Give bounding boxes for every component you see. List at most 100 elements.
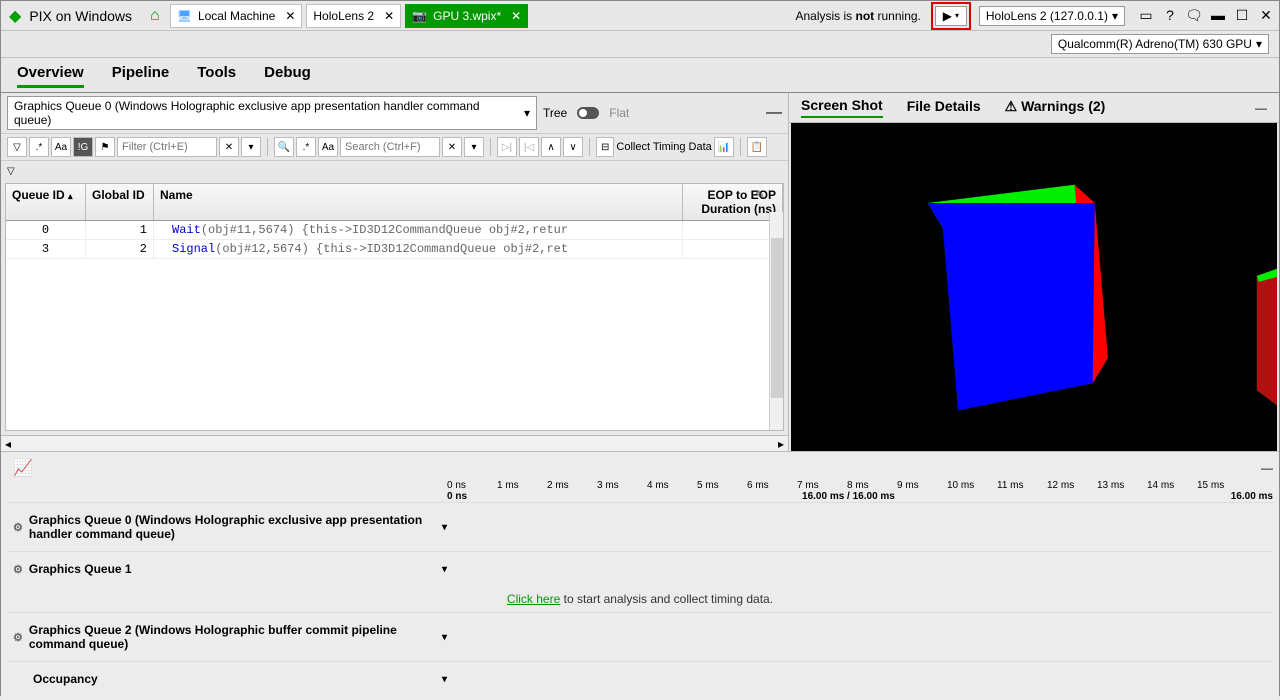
scroll-right-icon[interactable]: ▸ [774,437,788,451]
home-icon[interactable]: ⌂ [150,7,160,25]
chevron-down-icon[interactable]: ▾ [464,137,484,157]
app-title: PIX on Windows [29,8,132,24]
close-window-icon[interactable]: ✕ [1257,7,1275,24]
tab-screenshot[interactable]: Screen Shot [801,97,883,118]
warning-icon: ⚠ [1005,98,1018,114]
close-icon[interactable]: ✕ [285,9,295,23]
case-icon[interactable]: Aa [318,137,338,157]
invert-icon[interactable]: !G [73,137,93,157]
layout-icon[interactable]: ▭ [1137,7,1155,24]
chevron-down-icon: ▾ [1112,9,1118,23]
events-pane: Graphics Queue 0 (Windows Holographic ex… [1,93,789,451]
play-button[interactable]: ▶ ▾ [935,6,967,26]
header-queue-id[interactable]: Queue ID ▴ [6,184,86,220]
maximize-icon[interactable]: ☐ [1233,7,1251,24]
chevron-down-icon: ▾ [1256,37,1262,51]
search-input[interactable] [340,137,440,157]
chevron-down-icon[interactable]: ▾ [442,564,447,575]
regex-icon[interactable]: .* [29,137,49,157]
tab-local-machine[interactable]: 🖥 Local Machine ✕ [170,4,303,28]
time-sub-ruler: 0 ns 16.00 ms / 16.00 ms 16.00 ms [447,491,1273,502]
minimize-icon[interactable]: ▬ [1209,7,1227,24]
queue-dropdown[interactable]: Graphics Queue 0 (Windows Holographic ex… [7,96,537,130]
feedback-icon[interactable]: 🗨 [1185,7,1203,24]
close-icon[interactable]: ✕ [511,9,521,23]
chart-icon[interactable]: 📈 [13,458,33,478]
preview-pane: Screen Shot File Details ⚠ Warnings (2) … [789,93,1279,451]
timing-icon[interactable]: ⊟ [596,137,614,157]
timeline-pane: 📈 — 0 ns1 ms2 ms3 ms4 ms5 ms6 ms7 ms8 ms… [1,451,1279,700]
tab-label: Local Machine [198,9,275,23]
scroll-left-icon[interactable]: ◂ [1,437,15,451]
filter-toolbar: ▽ .* Aa !G ⚑ ✕ ▾ 🔍 .* Aa ✕ ▾ ▷| |◁ ∧ ∨ ⊟… [1,134,788,161]
header-global-id[interactable]: Global ID [86,184,154,220]
step-back-icon[interactable]: |◁ [519,137,539,157]
timeline-occupancy[interactable]: Occupancy ▾ [7,661,1273,696]
filter-icon[interactable]: ▽ [7,137,27,157]
tab-debug[interactable]: Debug [264,64,311,88]
case-icon[interactable]: Aa [51,137,71,157]
tab-warnings[interactable]: ⚠ Warnings (2) [1005,98,1106,118]
time-ruler: 0 ns1 ms2 ms3 ms4 ms5 ms6 ms7 ms8 ms9 ms… [447,480,1273,491]
chevron-down-icon[interactable]: ▾ [241,137,261,157]
tab-hololens[interactable]: HoloLens 2 ✕ [306,4,401,28]
start-analysis-link[interactable]: Click here [507,592,560,606]
collapse-icon[interactable]: — [1255,101,1267,115]
vertical-scrollbar[interactable] [769,212,783,430]
tab-tools[interactable]: Tools [197,64,236,88]
up-icon[interactable]: ∧ [541,137,561,157]
gpu-dropdown[interactable]: Qualcomm(R) Adreno(TM) 630 GPU ▾ [1051,34,1269,54]
help-icon[interactable]: ? [1161,7,1179,24]
title-bar: ◆ PIX on Windows ⌂ 🖥 Local Machine ✕ Hol… [1,1,1279,31]
gear-icon[interactable]: ⚙ [13,521,23,534]
tree-flat-toggle[interactable] [577,107,599,119]
flag-icon[interactable]: ⚑ [95,137,115,157]
collapse-icon[interactable]: — [1261,461,1273,475]
event-table: ✎ Queue ID ▴ Global ID Name EOP to EOP D… [5,183,784,431]
header-name[interactable]: Name [154,184,683,220]
app-logo-icon: ◆ [9,6,21,26]
clear-search-icon[interactable]: ✕ [442,137,462,157]
timeline-queue-0[interactable]: ⚙ Graphics Queue 0 (Windows Holographic … [7,502,1273,551]
chevron-down-icon: ▾ [524,106,530,120]
device-dropdown[interactable]: HoloLens 2 (127.0.0.1) ▾ [979,6,1125,26]
collapse-icon[interactable]: — [766,104,782,122]
chevron-down-icon[interactable]: ▾ [442,674,447,685]
play-icon: ▶ [943,9,952,23]
chevron-down-icon: ▾ [955,11,959,20]
clipboard-icon[interactable]: 📋 [747,137,767,157]
screenshot-view[interactable] [791,123,1277,451]
expand-icon[interactable]: ▽ [7,166,15,177]
timeline-queue-1[interactable]: ⚙ Graphics Queue 1 ▾ [7,551,1273,586]
tab-overview[interactable]: Overview [17,64,84,88]
horizontal-scrollbar[interactable]: ◂ ▸ [1,435,788,451]
tab-label: HoloLens 2 [313,9,374,23]
edit-icon[interactable]: ✎ [755,188,765,202]
gear-icon[interactable]: ⚙ [13,631,23,644]
regex-icon[interactable]: .* [296,137,316,157]
chevron-down-icon[interactable]: ▾ [442,632,447,643]
clear-filter-icon[interactable]: ✕ [219,137,239,157]
header-eop[interactable]: EOP to EOP Duration (ns) [683,184,783,220]
play-button-highlight: ▶ ▾ [931,2,971,30]
step-out-icon[interactable]: ▷| [497,137,517,157]
table-row[interactable]: 0 1 Wait(obj#11,5674) {this->ID3D12Comma… [6,221,783,240]
tree-label: Tree [543,106,567,120]
tab-gpu-capture[interactable]: 📷 GPU 3.wpix* ✕ [405,4,528,28]
close-icon[interactable]: ✕ [384,9,394,23]
table-row[interactable]: 3 2 Signal(obj#12,5674) {this->ID3D12Com… [6,240,783,259]
chart-icon[interactable]: 📊 [714,137,734,157]
flat-label: Flat [609,106,629,120]
gear-icon[interactable]: ⚙ [13,563,23,576]
tab-label: GPU 3.wpix* [433,9,501,23]
timeline-queue-2[interactable]: ⚙ Graphics Queue 2 (Windows Holographic … [7,612,1273,661]
collect-timing-label[interactable]: Collect Timing Data [616,141,711,153]
analysis-status: Analysis is not running. [795,9,920,23]
tab-pipeline[interactable]: Pipeline [112,64,170,88]
tab-file-details[interactable]: File Details [907,98,981,117]
chevron-down-icon[interactable]: ▾ [442,522,447,533]
filter-input[interactable] [117,137,217,157]
gpu-select-row: Qualcomm(R) Adreno(TM) 630 GPU ▾ [1,31,1279,58]
search-icon[interactable]: 🔍 [274,137,294,157]
down-icon[interactable]: ∨ [563,137,583,157]
